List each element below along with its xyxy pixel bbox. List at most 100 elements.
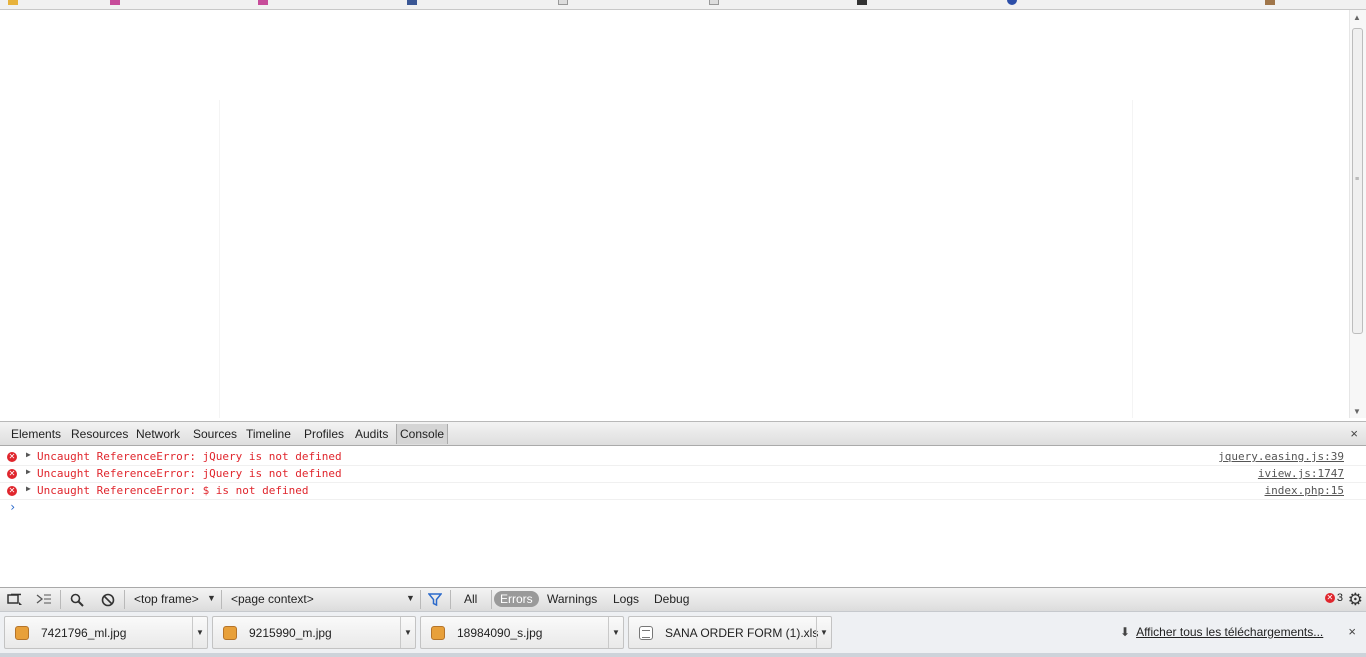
separator — [124, 590, 125, 609]
expand-triangle-icon[interactable]: ▶ — [26, 467, 31, 476]
download-menu-icon[interactable]: ▼ — [608, 617, 623, 648]
download-menu-icon[interactable]: ▼ — [400, 617, 415, 648]
bookmark-favicon-icon — [110, 0, 120, 5]
console-error-row[interactable]: ✕ ▶ Uncaught ReferenceError: jQuery is n… — [0, 466, 1366, 483]
separator — [491, 590, 492, 609]
separator — [420, 590, 421, 609]
error-source-link[interactable]: iview.js:1747 — [1258, 467, 1344, 480]
bookmark-item[interactable] — [1265, 0, 1275, 5]
filter-errors[interactable]: Errors — [494, 591, 539, 607]
bookmark-item[interactable] — [8, 0, 18, 5]
gear-icon[interactable]: ⚙ — [1348, 590, 1363, 610]
tab-console[interactable]: Console — [396, 424, 449, 444]
bookmark-favicon-icon — [258, 0, 268, 5]
filter-debug[interactable]: Debug — [654, 592, 689, 606]
separator — [450, 590, 451, 609]
bookmark-item[interactable] — [258, 0, 268, 5]
error-message: Uncaught ReferenceError: $ is not define… — [37, 484, 309, 497]
error-icon: ✕ — [7, 452, 17, 462]
download-menu-icon[interactable]: ▼ — [816, 617, 831, 648]
page-viewport[interactable] — [0, 10, 1366, 418]
error-message: Uncaught ReferenceError: jQuery is not d… — [37, 450, 342, 463]
tab-elements[interactable]: Elements — [11, 427, 61, 441]
download-filename: 7421796_ml.jpg — [41, 626, 127, 640]
spreadsheet-file-icon — [639, 626, 653, 640]
page-icon — [709, 0, 719, 5]
filter-icon[interactable] — [424, 591, 446, 608]
bookmark-item[interactable] — [110, 0, 120, 5]
dock-toggle-icon[interactable] — [3, 591, 25, 608]
separator — [60, 590, 61, 609]
console-status-bar: <top frame> ▼ <page context> ▼ All Error… — [0, 587, 1366, 611]
filter-all[interactable]: All — [464, 592, 477, 606]
expand-triangle-icon[interactable]: ▶ — [26, 484, 31, 493]
page-scrollbar[interactable]: ▲ ≡ ▼ — [1349, 10, 1366, 418]
error-source-link[interactable]: index.php:15 — [1265, 484, 1344, 497]
taskbar-edge — [0, 653, 1366, 657]
console-prompt[interactable]: › — [0, 500, 1366, 516]
context-select-value: <page context> — [231, 592, 314, 606]
tab-network[interactable]: Network — [136, 427, 180, 441]
tab-sources[interactable]: Sources — [193, 427, 237, 441]
filter-logs[interactable]: Logs — [613, 592, 639, 606]
dropdown-arrow-icon: ▼ — [406, 593, 415, 603]
devtools-tab-bar: Elements Resources Network Sources Timel… — [0, 421, 1366, 446]
error-icon: ✕ — [7, 469, 17, 479]
page-icon — [558, 0, 568, 5]
show-all-downloads-link[interactable]: ⬇ Afficher tous les téléchargements... — [1120, 625, 1323, 639]
show-all-downloads-label: Afficher tous les téléchargements... — [1136, 625, 1324, 639]
download-item[interactable]: 7421796_ml.jpg ▼ — [4, 616, 208, 649]
error-icon: ✕ — [1324, 593, 1335, 603]
scrollbar-thumb[interactable]: ≡ — [1352, 28, 1363, 334]
download-arrow-icon: ⬇ — [1120, 625, 1131, 639]
bookmark-item[interactable] — [1007, 0, 1017, 5]
close-icon[interactable]: × — [1348, 624, 1356, 639]
bookmark-favicon-icon — [1007, 0, 1017, 5]
error-message: Uncaught ReferenceError: jQuery is not d… — [37, 467, 342, 480]
frame-select-value: <top frame> — [134, 592, 199, 606]
download-item[interactable]: SANA ORDER FORM (1).xls ▼ — [628, 616, 832, 649]
tab-resources[interactable]: Resources — [71, 427, 128, 441]
expand-triangle-icon[interactable]: ▶ — [26, 450, 31, 459]
bookmark-item[interactable] — [558, 0, 568, 5]
context-select[interactable]: <page context> ▼ — [231, 592, 417, 606]
downloads-shelf: 7421796_ml.jpg ▼ 9215990_m.jpg ▼ 1898409… — [0, 611, 1366, 657]
bookmark-favicon-icon — [857, 0, 867, 5]
image-file-icon — [15, 626, 29, 640]
error-icon: ✕ — [7, 486, 17, 496]
download-item[interactable]: 18984090_s.jpg ▼ — [420, 616, 624, 649]
search-icon[interactable] — [66, 591, 88, 608]
download-filename: 9215990_m.jpg — [249, 626, 332, 640]
devtools-close-icon[interactable]: × — [1350, 426, 1358, 441]
console-error-row[interactable]: ✕ ▶ Uncaught ReferenceError: $ is not de… — [0, 483, 1366, 500]
devtools-panel: Elements Resources Network Sources Timel… — [0, 418, 1366, 612]
image-file-icon — [223, 626, 237, 640]
frame-select[interactable]: <top frame> ▼ — [134, 592, 218, 606]
scroll-up-arrow-icon[interactable]: ▲ — [1353, 13, 1361, 22]
show-console-drawer-icon[interactable] — [33, 591, 55, 608]
download-item[interactable]: 9215990_m.jpg ▼ — [212, 616, 416, 649]
tab-audits[interactable]: Audits — [355, 427, 388, 441]
tab-profiles[interactable]: Profiles — [304, 427, 344, 441]
bookmark-favicon-icon — [407, 0, 417, 5]
filter-warnings[interactable]: Warnings — [547, 592, 597, 606]
bookmark-item[interactable] — [857, 0, 867, 5]
scroll-down-arrow-icon[interactable]: ▼ — [1353, 407, 1361, 416]
apps-icon — [8, 0, 18, 5]
error-count-badge[interactable]: ✕ 3 — [1324, 592, 1343, 604]
bookmark-item[interactable] — [709, 0, 719, 5]
error-source-link[interactable]: jquery.easing.js:39 — [1218, 450, 1344, 463]
bookmarks-bar — [0, 0, 1366, 10]
clear-console-icon[interactable] — [97, 591, 119, 608]
download-filename: 18984090_s.jpg — [457, 626, 543, 640]
tab-timeline[interactable]: Timeline — [246, 427, 291, 441]
image-file-icon — [431, 626, 445, 640]
console-messages: ✕ ▶ Uncaught ReferenceError: jQuery is n… — [0, 449, 1366, 516]
prompt-caret-icon: › — [9, 500, 17, 514]
bookmark-item[interactable] — [407, 0, 417, 5]
error-count: 3 — [1336, 592, 1343, 604]
download-menu-icon[interactable]: ▼ — [192, 617, 207, 648]
folder-icon — [1265, 0, 1275, 5]
console-error-row[interactable]: ✕ ▶ Uncaught ReferenceError: jQuery is n… — [0, 449, 1366, 466]
download-filename: SANA ORDER FORM (1).xls — [665, 626, 819, 640]
